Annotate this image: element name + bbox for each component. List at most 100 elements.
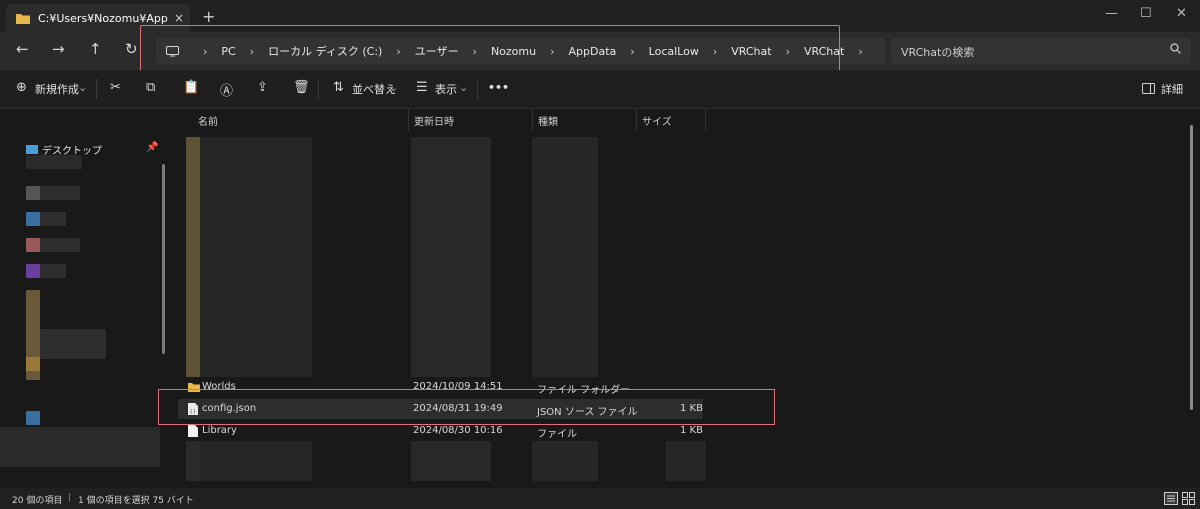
file-size: 1 KB <box>680 425 703 436</box>
breadcrumb-nozomu[interactable]: Nozomu <box>491 45 536 58</box>
tab-close-icon[interactable]: × <box>174 11 184 25</box>
search-icon <box>1170 43 1181 54</box>
breadcrumb: › PC › ローカル ディスク (C:) › ユーザー › Nozomu › … <box>189 43 877 59</box>
column-divider[interactable] <box>532 109 533 131</box>
breadcrumb-separator: › <box>785 44 790 58</box>
json-file-icon: {} <box>188 403 198 415</box>
breadcrumb-locallow[interactable]: LocalLow <box>649 45 699 58</box>
file-row-worlds[interactable]: Worlds 2024/10/09 14:51 ファイル フォルダー <box>178 377 703 397</box>
paste-icon[interactable]: 📋 <box>183 80 199 95</box>
divider <box>318 79 319 99</box>
sort-icon: ⇅ <box>333 80 344 95</box>
maximize-button[interactable]: ☐ <box>1140 6 1152 21</box>
file-name: config.json <box>202 403 257 414</box>
column-header-type[interactable]: 種類 <box>538 113 558 128</box>
file-list: 名前 更新日時 種類 サイズ Worlds 2024/10/09 14:51 フ… <box>178 109 1188 487</box>
view-chevron-icon: ⌄ <box>459 81 469 94</box>
folder-icon <box>16 13 30 24</box>
blurred-file-dates <box>411 137 491 377</box>
content-scrollbar[interactable] <box>1190 125 1193 410</box>
search-input[interactable]: VRChatの検索 <box>901 44 974 60</box>
sort-chevron-icon: ⌄ <box>389 81 399 94</box>
file-name: Worlds <box>202 381 236 392</box>
column-header-size[interactable]: サイズ <box>642 113 672 128</box>
details-pane-icon[interactable] <box>1142 83 1155 94</box>
blurred-nav-icon <box>26 238 40 252</box>
breadcrumb-separator: › <box>630 44 635 58</box>
divider <box>477 79 478 99</box>
title-bar: C:¥Users¥Nozomu¥AppData¥l × + — ☐ ✕ <box>0 0 1200 32</box>
file-modified: 2024/08/31 19:49 <box>413 403 503 414</box>
blurred-nav-item <box>0 427 160 467</box>
breadcrumb-appdata[interactable]: AppData <box>569 45 617 58</box>
file-row-config-json[interactable]: {} config.json 2024/08/31 19:49 JSON ソース… <box>178 399 703 419</box>
pin-icon: 📌 <box>146 142 159 153</box>
breadcrumb-expand-chevron[interactable]: › <box>858 45 862 58</box>
breadcrumb-pc[interactable]: PC <box>221 45 235 58</box>
view-button[interactable]: 表示 <box>435 81 457 97</box>
file-type: JSON ソース ファイル <box>537 407 638 418</box>
breadcrumb-local-disk[interactable]: ローカル ディスク (C:) <box>268 43 382 59</box>
navigation-pane: デスクトップ 📌 <box>0 109 170 487</box>
address-bar[interactable]: › PC › ローカル ディスク (C:) › ユーザー › Nozomu › … <box>156 38 886 64</box>
breadcrumb-users[interactable]: ユーザー <box>415 43 459 59</box>
minimize-button[interactable]: — <box>1105 6 1118 21</box>
blurred-file-names <box>200 137 312 377</box>
share-icon[interactable]: ⇪ <box>257 80 268 95</box>
forward-button[interactable]: → <box>52 40 65 58</box>
navigation-bar: ← → ↑ ↻ › PC › ローカル ディスク (C:) › ユーザー › N… <box>0 32 1200 70</box>
breadcrumb-vrchat[interactable]: VRChat <box>731 45 771 58</box>
copy-icon[interactable]: ⧉ <box>146 80 155 95</box>
new-button[interactable]: 新規作成 <box>35 81 79 97</box>
blurred-file-icons <box>186 137 200 377</box>
blurred-nav-icon <box>26 212 40 226</box>
delete-icon[interactable]: 🗑 <box>293 80 310 95</box>
column-divider[interactable] <box>408 109 409 131</box>
column-header-modified[interactable]: 更新日時 <box>414 113 454 128</box>
close-window-button[interactable]: ✕ <box>1176 6 1187 21</box>
blurred-file-types <box>532 137 598 377</box>
blurred-nav-icon <box>26 357 40 371</box>
blurred-nav-item <box>40 212 66 226</box>
breadcrumb-separator: › <box>712 44 718 58</box>
view-icon: ☰ <box>416 80 428 95</box>
status-bar: 20 個の項目 | 1 個の項目を選択 75 バイト <box>0 488 1200 509</box>
refresh-button[interactable]: ↻ <box>125 40 138 58</box>
nav-scrollbar[interactable] <box>162 164 165 354</box>
up-button[interactable]: ↑ <box>89 40 102 58</box>
blurred-nav-item <box>40 238 80 252</box>
tiles-view-icon[interactable] <box>1182 492 1195 505</box>
blurred-file-icons <box>186 441 200 481</box>
item-count: 20 個の項目 <box>12 496 63 506</box>
explorer-window: C:¥Users¥Nozomu¥AppData¥l × + — ☐ ✕ ← → … <box>0 0 1200 509</box>
breadcrumb-separator: › <box>550 44 555 58</box>
file-row-library[interactable]: Library 2024/08/30 10:16 ファイル 1 KB <box>178 421 703 441</box>
folder-icon <box>188 383 200 392</box>
blurred-nav-item <box>40 329 106 359</box>
blurred-nav-item <box>26 155 82 169</box>
file-type: ファイル <box>537 429 577 440</box>
new-tab-button[interactable]: + <box>202 7 215 26</box>
cut-icon[interactable]: ✂ <box>110 80 121 95</box>
window-tab[interactable]: C:¥Users¥Nozomu¥AppData¥l × <box>6 4 190 32</box>
more-options-button[interactable]: ••• <box>488 81 509 94</box>
breadcrumb-separator: › <box>396 44 401 58</box>
file-icon <box>188 425 198 437</box>
details-view-icon[interactable] <box>1164 492 1178 505</box>
rename-icon[interactable]: Ⓐ <box>220 80 233 99</box>
blurred-file-sizes <box>666 441 706 481</box>
file-modified: 2024/10/09 14:51 <box>413 381 503 392</box>
blurred-file-names <box>200 441 312 481</box>
blurred-file-types <box>532 441 598 481</box>
breadcrumb-vrchat-sub[interactable]: VRChat <box>804 45 844 58</box>
column-divider[interactable] <box>636 109 637 131</box>
blurred-file-dates <box>411 441 491 481</box>
column-header-name[interactable]: 名前 <box>198 113 218 128</box>
file-modified: 2024/08/30 10:16 <box>413 425 503 436</box>
back-button[interactable]: ← <box>16 40 29 58</box>
details-button[interactable]: 詳細 <box>1161 81 1183 97</box>
column-divider[interactable] <box>705 109 706 131</box>
search-box[interactable]: VRChatの検索 <box>891 38 1191 64</box>
new-plus-icon: ⊕ <box>16 80 27 95</box>
divider <box>96 79 97 99</box>
